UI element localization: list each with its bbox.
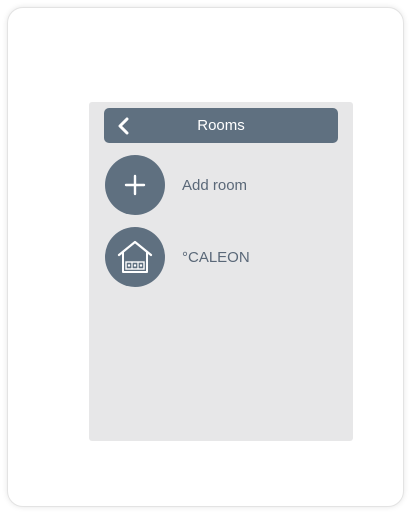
house-thermostat-icon — [117, 240, 153, 273]
plus-icon — [124, 174, 146, 196]
chevron-left-icon — [118, 117, 129, 134]
header-bar: Rooms — [104, 108, 338, 143]
room-item-label: °CALEON — [182, 248, 250, 266]
room-item-caleon[interactable]: °CALEON — [105, 227, 337, 287]
add-room-button[interactable]: Add room — [105, 155, 337, 215]
add-room-label: Add room — [182, 176, 248, 194]
room-item-circle — [105, 227, 165, 287]
thermostat-screen: Rooms Add room °CALEON — [89, 102, 353, 441]
device-frame: Rooms Add room °CALEON — [7, 7, 404, 507]
add-room-circle — [105, 155, 165, 215]
back-button[interactable] — [104, 108, 142, 143]
